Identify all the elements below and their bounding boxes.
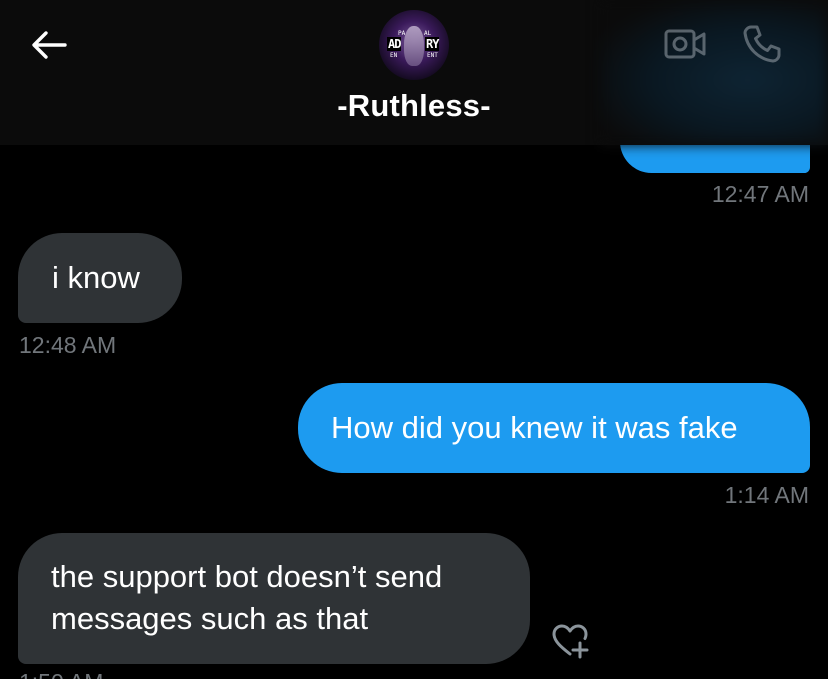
avatar-text-mid-right: RY (425, 37, 439, 51)
dm-conversation-screen: PA AL AD RY EN ENT -Ruthless- 12:47 AM i… (0, 0, 828, 679)
message-text: i know (52, 260, 140, 295)
arrow-left-icon (32, 31, 67, 59)
avatar-text-top-left: PA (398, 30, 406, 37)
voice-call-button[interactable] (738, 20, 786, 68)
phone-icon (743, 25, 781, 63)
avatar[interactable]: PA AL AD RY EN ENT (379, 10, 449, 80)
back-button[interactable] (26, 22, 72, 68)
avatar-text-bottom-right: ENT (427, 52, 438, 59)
video-camera-icon (664, 29, 706, 59)
message-bubble-received[interactable]: i know (18, 233, 182, 323)
message-timestamp: 12:47 AM (711, 181, 809, 207)
conversation-header: PA AL AD RY EN ENT -Ruthless- (0, 0, 828, 145)
message-text: the support bot doesn’t send messages su… (51, 559, 443, 636)
add-reaction-button[interactable] (548, 620, 594, 662)
heart-plus-icon (552, 624, 589, 659)
message-text: How did you knew it was fake (331, 410, 738, 445)
message-bubble-received[interactable]: the support bot doesn’t send messages su… (18, 533, 530, 664)
message-bubble-sent[interactable]: How did you knew it was fake (298, 383, 810, 473)
avatar-figure (404, 26, 424, 66)
avatar-text-mid-left: AD (387, 37, 401, 51)
message-timestamp: 1:14 AM (724, 482, 809, 508)
avatar-text-bottom-left: EN (390, 52, 398, 59)
message-timestamp: 1:50 AM (19, 668, 103, 679)
contact-name[interactable]: -Ruthless- (0, 88, 828, 124)
message-timestamp: 12:48 AM (19, 332, 117, 358)
avatar-text-top-right: AL (424, 30, 432, 37)
video-call-button[interactable] (662, 24, 708, 64)
